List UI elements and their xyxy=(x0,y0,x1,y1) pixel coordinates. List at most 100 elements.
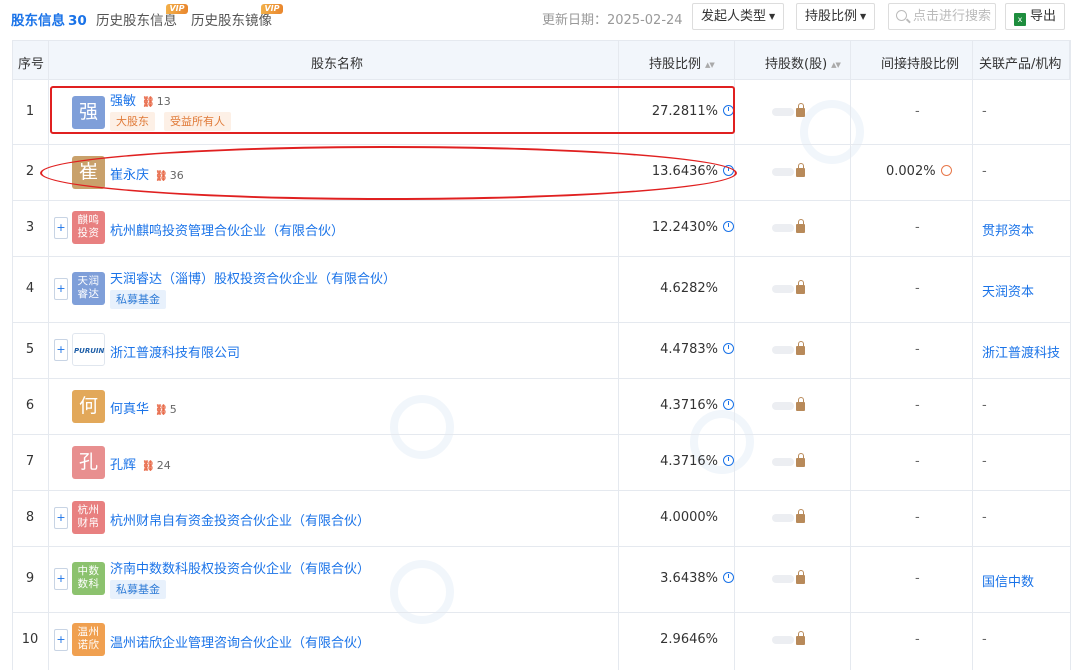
row-index: 9 xyxy=(25,571,35,586)
avatar: 温州诺欣 xyxy=(72,623,105,656)
col-shares-label: 持股数(股) xyxy=(765,57,828,72)
lock-icon[interactable] xyxy=(796,397,805,411)
avatar: 天润睿达 xyxy=(72,272,105,305)
lock-icon[interactable] xyxy=(796,341,805,355)
avatar-text: 天润睿达 xyxy=(77,275,100,300)
vip-badge: VIP xyxy=(166,4,188,14)
export-button[interactable]: x 导出 xyxy=(1005,3,1066,30)
hidden-value xyxy=(772,285,794,293)
company-logo: PURUIN xyxy=(72,333,105,366)
holding-ratio: 4.4783% xyxy=(660,342,734,357)
excel-icon: x xyxy=(1014,13,1026,26)
vip-badge: VIP xyxy=(261,4,283,14)
related-org: - xyxy=(982,454,987,469)
tab-history-mirror[interactable]: 历史股东镜像 VIP xyxy=(191,4,283,29)
table-row: 3 + 麒鸣投资 杭州麒鸣投资管理合伙企业（有限合伙） 12.2430% - 贯… xyxy=(12,200,1070,256)
table-row: 7 孔 孔辉 ⛓ 24 4.3716% - - xyxy=(12,434,1070,490)
tab-count: 30 xyxy=(68,13,87,29)
row-index: 3 xyxy=(25,220,35,235)
expand-icon[interactable]: + xyxy=(54,339,68,361)
shareholder-name[interactable]: 孔辉 ⛓ 24 xyxy=(110,454,171,473)
holding-ratio: 4.0000% xyxy=(660,510,718,525)
ratio-chart-icon[interactable] xyxy=(723,455,734,466)
sponsor-type-dropdown[interactable]: 发起人类型 ▼ xyxy=(692,3,785,30)
expand-icon[interactable]: + xyxy=(54,629,68,651)
indirect-ratio: - xyxy=(915,398,920,413)
expand-icon[interactable]: + xyxy=(54,507,68,529)
related-org[interactable]: 国信中数 xyxy=(982,571,1034,590)
ratio-value: 4.4783% xyxy=(660,342,718,357)
related-org: - xyxy=(982,510,987,525)
table-row: 10 + 温州诺欣 温州诺欣企业管理咨询合伙企业（有限合伙） 2.9646% -… xyxy=(12,612,1070,670)
shareholder-name[interactable]: 何真华 ⛓ 5 xyxy=(110,398,177,417)
holding-ratio: 2.9646% xyxy=(660,632,718,647)
row-index: 8 xyxy=(25,510,35,525)
lock-icon[interactable] xyxy=(796,453,805,467)
related-org[interactable]: 贯邦资本 xyxy=(982,220,1034,239)
lock-icon[interactable] xyxy=(796,280,805,294)
ratio-value: 3.6438% xyxy=(660,571,718,586)
ratio-value: 12.2430% xyxy=(651,220,718,235)
indirect-ratio: - xyxy=(915,281,920,296)
shareholder-name[interactable]: 杭州麒鸣投资管理合伙企业（有限合伙） xyxy=(110,220,344,239)
related-org: - xyxy=(982,104,987,119)
lock-icon[interactable] xyxy=(796,631,805,645)
ratio-chart-icon[interactable] xyxy=(723,221,734,232)
related-org[interactable]: 天润资本 xyxy=(982,281,1034,300)
col-ratio[interactable]: 持股比例 ▲▼ xyxy=(649,53,715,72)
hidden-value xyxy=(772,458,794,466)
lock-icon[interactable] xyxy=(796,103,805,117)
expand-icon[interactable]: + xyxy=(54,217,68,239)
hidden-value xyxy=(772,224,794,232)
caret-down-icon: ▼ xyxy=(769,12,776,21)
tab-shareholders[interactable]: 股东信息 30 xyxy=(11,9,87,29)
update-date: 更新日期：2025-02-24 xyxy=(542,13,683,28)
col-indirect: 间接持股比例 xyxy=(881,57,960,72)
shareholder-name[interactable]: 杭州财帛自有资金投资合伙企业（有限合伙） xyxy=(110,510,370,529)
avatar: 中数数科 xyxy=(72,562,105,595)
indirect-chart-icon[interactable] xyxy=(940,165,952,176)
sort-icon: ▲▼ xyxy=(831,61,841,69)
logo-text: PURUIN xyxy=(74,347,105,355)
related-org: - xyxy=(982,164,987,179)
lock-icon[interactable] xyxy=(796,163,805,177)
toolbar: 股东信息 30 历史股东信息 VIP 历史股东镜像 VIP 更新日期：2025-0… xyxy=(0,0,1080,36)
col-index: 序号 xyxy=(18,57,45,72)
shareholder-name[interactable]: 天润睿达（淄博）股权投资合伙企业（有限合伙） xyxy=(110,268,396,287)
annotation-highlight-box xyxy=(50,86,735,134)
shareholder-name[interactable]: 浙江普渡科技有限公司 xyxy=(110,342,240,361)
shareholder-name[interactable]: 济南中数数科股权投资合伙企业（有限合伙） xyxy=(110,558,370,577)
ratio-chart-icon[interactable] xyxy=(723,572,734,583)
ratio-chart-icon[interactable] xyxy=(723,343,734,354)
hidden-value xyxy=(772,575,794,583)
relation-count: 5 xyxy=(169,403,177,416)
indirect-ratio: - xyxy=(915,510,920,525)
tag-private-fund: 私募基金 xyxy=(110,290,166,309)
hidden-value xyxy=(772,636,794,644)
tab-history-shareholders[interactable]: 历史股东信息 VIP xyxy=(96,4,188,29)
name-text: 何真华 xyxy=(110,402,150,417)
table-row: 5 + PURUIN 浙江普渡科技有限公司 4.4783% - 浙江普渡科技 xyxy=(12,322,1070,378)
col-shares[interactable]: 持股数(股) ▲▼ xyxy=(765,53,841,72)
avatar: 何 xyxy=(72,390,105,423)
export-label: 导出 xyxy=(1030,9,1057,24)
lock-icon[interactable] xyxy=(796,509,805,523)
row-index: 1 xyxy=(25,104,35,119)
indirect-ratio: - xyxy=(915,454,920,469)
lock-icon[interactable] xyxy=(796,570,805,584)
ratio-value: 4.3716% xyxy=(660,398,718,413)
lock-icon[interactable] xyxy=(796,219,805,233)
col-related: 关联产品/机构 xyxy=(979,57,1062,72)
search-input[interactable]: 点击进行搜索 xyxy=(888,3,996,30)
related-org[interactable]: 浙江普渡科技 xyxy=(982,342,1060,361)
shareholder-name[interactable]: 温州诺欣企业管理咨询合伙企业（有限合伙） xyxy=(110,632,370,651)
ratio-chart-icon[interactable] xyxy=(723,399,734,410)
expand-icon[interactable]: + xyxy=(54,568,68,590)
holding-ratio: 4.3716% xyxy=(660,398,734,413)
holding-ratio-dropdown[interactable]: 持股比例 ▼ xyxy=(796,3,876,30)
avatar-text: 中数数科 xyxy=(77,565,100,590)
avatar-text: 麒鸣投资 xyxy=(77,214,100,239)
table-row: 8 + 杭州财帛 杭州财帛自有资金投资合伙企业（有限合伙） 4.0000% - … xyxy=(12,490,1070,546)
expand-icon[interactable]: + xyxy=(54,278,68,300)
table-row: 9 + 中数数科 济南中数数科股权投资合伙企业（有限合伙） 私募基金 3.643… xyxy=(12,546,1070,612)
